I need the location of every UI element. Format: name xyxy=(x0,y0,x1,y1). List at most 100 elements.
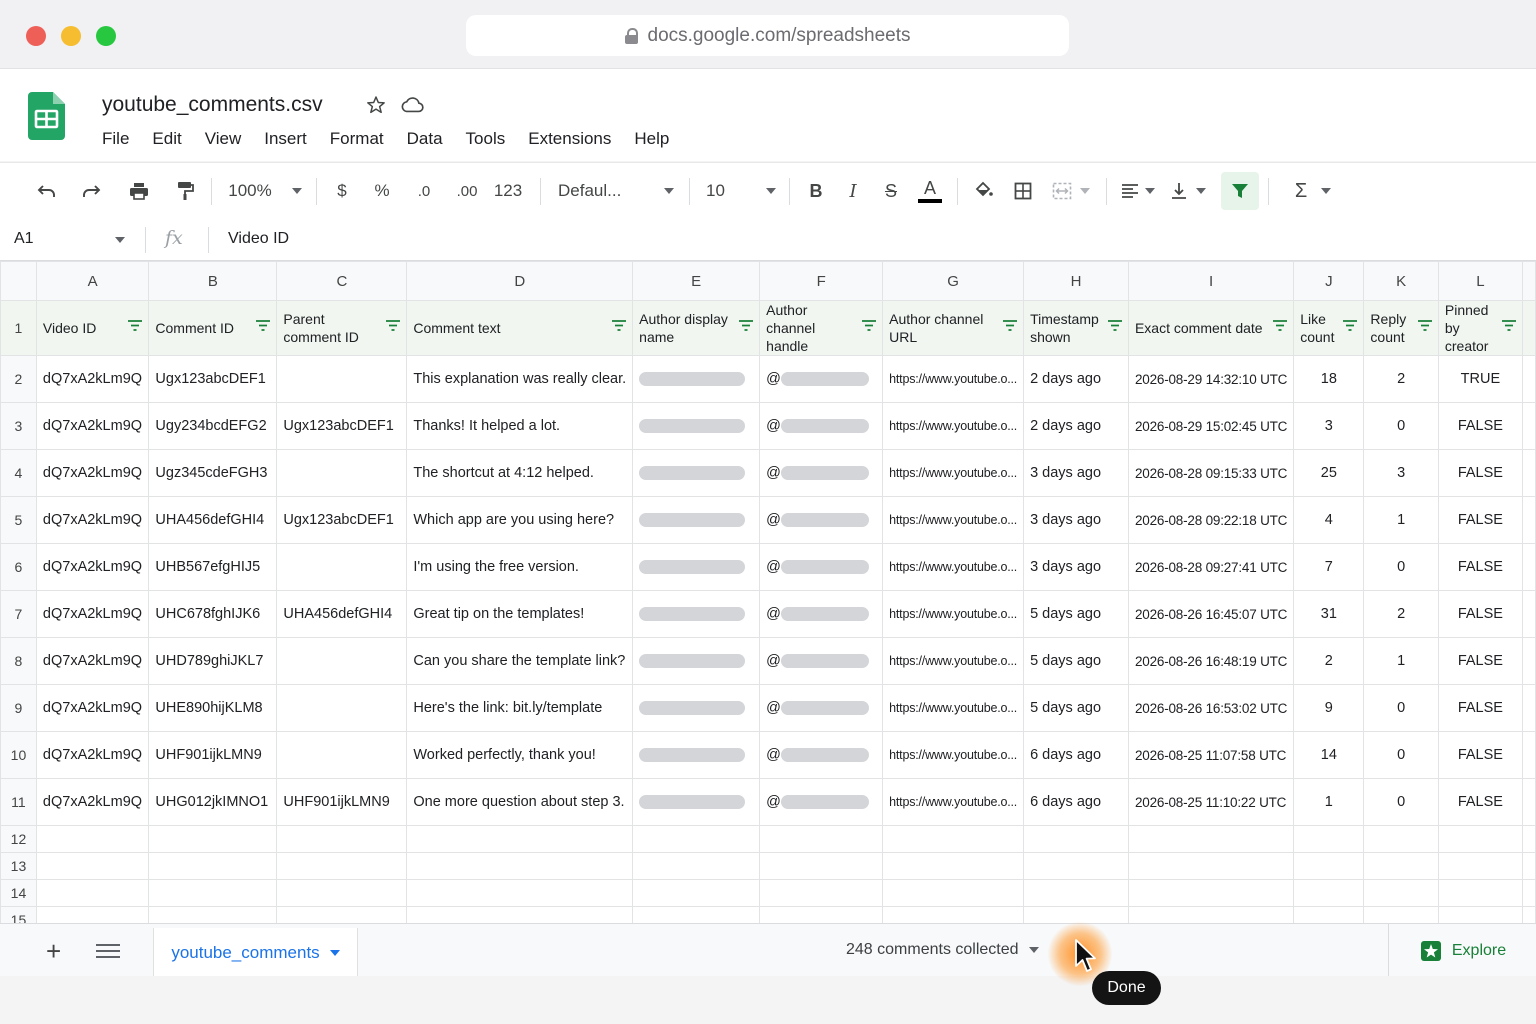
cell-author-handle[interactable]: @ xyxy=(759,543,884,591)
empty-cell[interactable] xyxy=(882,906,1025,923)
header-cell[interactable]: Video ID xyxy=(35,300,150,356)
menu-format[interactable]: Format xyxy=(330,129,384,149)
empty-cell[interactable] xyxy=(406,906,634,923)
cell-pinned[interactable]: FALSE xyxy=(1437,402,1523,450)
empty-cell[interactable] xyxy=(148,879,278,907)
cell-author-handle[interactable]: @ xyxy=(759,355,884,403)
cell-timestamp-shown[interactable]: 6 days ago xyxy=(1023,731,1129,779)
currency-format-button[interactable]: $ xyxy=(328,163,356,219)
cell-comment-date[interactable]: 2026-08-25 11:07:58 UTC xyxy=(1127,731,1295,779)
empty-cell[interactable] xyxy=(882,852,1025,880)
cell-like-count[interactable]: 4 xyxy=(1293,496,1365,544)
header-cell[interactable]: Author display name xyxy=(632,300,761,356)
cell-comment-id[interactable]: UHA456defGHI4 xyxy=(148,496,278,544)
text-color-button[interactable]: A xyxy=(916,163,944,219)
borders-button[interactable] xyxy=(1008,163,1038,219)
cell-author-handle[interactable]: @ xyxy=(759,496,884,544)
cell-author-handle[interactable]: @ xyxy=(759,684,884,732)
cell-timestamp-shown[interactable]: 3 days ago xyxy=(1023,543,1129,591)
cell-author-name[interactable] xyxy=(632,637,761,685)
name-box[interactable]: A1 xyxy=(14,230,34,248)
paint-format-button[interactable] xyxy=(170,163,200,219)
cell-pinned[interactable]: FALSE xyxy=(1437,684,1523,732)
header-cell[interactable]: Pinned by creator xyxy=(1437,300,1523,356)
vertical-align-button[interactable] xyxy=(1166,163,1210,219)
header-cell[interactable]: Comment text xyxy=(406,300,634,356)
cell-parent-comment-id[interactable]: Ugx123abcDEF1 xyxy=(276,402,408,450)
filter-icon[interactable] xyxy=(1417,320,1432,332)
bold-button[interactable]: B xyxy=(803,163,829,219)
cell-comment-id[interactable]: UHG012jkIMNO1 xyxy=(148,778,278,826)
cell-parent-comment-id[interactable] xyxy=(276,684,408,732)
cell-video-id[interactable]: dQ7xA2kLm9Q xyxy=(35,496,150,544)
formula-input[interactable]: Video ID xyxy=(228,230,289,248)
merge-cells-button[interactable] xyxy=(1048,163,1094,219)
cell-pinned[interactable]: TRUE xyxy=(1437,355,1523,403)
cell-comment-text[interactable]: The shortcut at 4:12 helped. xyxy=(406,449,634,497)
cell-reply-count[interactable]: 0 xyxy=(1363,543,1439,591)
cell-author-url[interactable]: https://www.youtube.o... xyxy=(882,590,1025,638)
empty-cell[interactable] xyxy=(1521,852,1536,880)
cell-timestamp-shown[interactable]: 2 days ago xyxy=(1023,355,1129,403)
select-all-corner[interactable] xyxy=(0,261,37,301)
cell-author-url[interactable]: https://www.youtube.o... xyxy=(882,684,1025,732)
cell-video-id[interactable]: dQ7xA2kLm9Q xyxy=(35,684,150,732)
filter-icon[interactable] xyxy=(1273,320,1288,332)
zoom-select[interactable]: 100% xyxy=(222,163,308,219)
column-header[interactable]: H xyxy=(1023,261,1129,301)
menu-extensions[interactable]: Extensions xyxy=(528,129,611,149)
cell-parent-comment-id[interactable] xyxy=(276,637,408,685)
empty-cell[interactable] xyxy=(1127,906,1295,923)
cell-author-handle[interactable]: @ xyxy=(759,402,884,450)
cell-like-count[interactable]: 2 xyxy=(1293,637,1365,685)
cell-author-url[interactable]: https://www.youtube.o... xyxy=(882,778,1025,826)
empty-cell[interactable] xyxy=(632,852,761,880)
empty-cell[interactable] xyxy=(35,825,150,853)
menu-insert[interactable]: Insert xyxy=(264,129,307,149)
empty-cell[interactable] xyxy=(882,879,1025,907)
cell-author-name[interactable] xyxy=(632,355,761,403)
empty-cell[interactable] xyxy=(759,879,884,907)
increase-decimal-button[interactable]: .00 xyxy=(450,163,484,219)
empty-cell[interactable] xyxy=(632,825,761,853)
filter-icon[interactable] xyxy=(1501,320,1516,332)
cell-pinned[interactable]: FALSE xyxy=(1437,496,1523,544)
cell-author-name[interactable] xyxy=(632,778,761,826)
row-number[interactable]: 3 xyxy=(0,402,37,450)
empty-cell[interactable] xyxy=(35,879,150,907)
document-title[interactable]: youtube_comments.csv xyxy=(102,93,323,117)
empty-cell[interactable] xyxy=(148,852,278,880)
column-header[interactable]: G xyxy=(882,261,1025,301)
empty-cell[interactable] xyxy=(632,906,761,923)
cell-comment-date[interactable]: 2026-08-25 11:10:22 UTC xyxy=(1127,778,1295,826)
header-cell[interactable]: Exact comment date xyxy=(1127,300,1295,356)
cell-comment-text[interactable]: I'm using the free version. xyxy=(406,543,634,591)
header-cell[interactable]: Timestamp shown xyxy=(1023,300,1129,356)
empty-cell[interactable] xyxy=(406,852,634,880)
cell-reply-count[interactable]: 0 xyxy=(1363,402,1439,450)
cell-video-id[interactable]: dQ7xA2kLm9Q xyxy=(35,449,150,497)
cell-author-url[interactable]: https://www.youtube.o... xyxy=(882,543,1025,591)
cell-comment-id[interactable]: UHF901ijkLMN9 xyxy=(148,731,278,779)
column-header[interactable]: L xyxy=(1437,261,1523,301)
cell-video-id[interactable]: dQ7xA2kLm9Q xyxy=(35,778,150,826)
redo-button[interactable] xyxy=(76,163,106,219)
explore-button[interactable]: Explore xyxy=(1388,924,1536,977)
cell-comment-text[interactable]: One more question about step 3. xyxy=(406,778,634,826)
cell-comment-text[interactable]: Worked perfectly, thank you! xyxy=(406,731,634,779)
cell-author-url[interactable]: https://www.youtube.o... xyxy=(882,496,1025,544)
header-cell[interactable]: Parent comment ID xyxy=(276,300,408,356)
cell-pinned[interactable]: FALSE xyxy=(1437,590,1523,638)
row-number[interactable]: 14 xyxy=(0,879,37,907)
cell-comment-date[interactable]: 2026-08-28 09:15:33 UTC xyxy=(1127,449,1295,497)
row-number[interactable]: 13 xyxy=(0,852,37,880)
cell-video-id[interactable]: dQ7xA2kLm9Q xyxy=(35,590,150,638)
cell-pinned[interactable]: FALSE xyxy=(1437,637,1523,685)
cell-comment-text[interactable]: Can you share the template link? xyxy=(406,637,634,685)
cloud-status-icon[interactable] xyxy=(400,96,424,114)
cell-timestamp-shown[interactable]: 3 days ago xyxy=(1023,449,1129,497)
font-size-select[interactable]: 10 xyxy=(706,163,776,219)
chevron-down-icon[interactable] xyxy=(115,237,125,243)
row-number[interactable]: 1 xyxy=(0,300,37,356)
cell-parent-comment-id[interactable]: UHF901ijkLMN9 xyxy=(276,778,408,826)
